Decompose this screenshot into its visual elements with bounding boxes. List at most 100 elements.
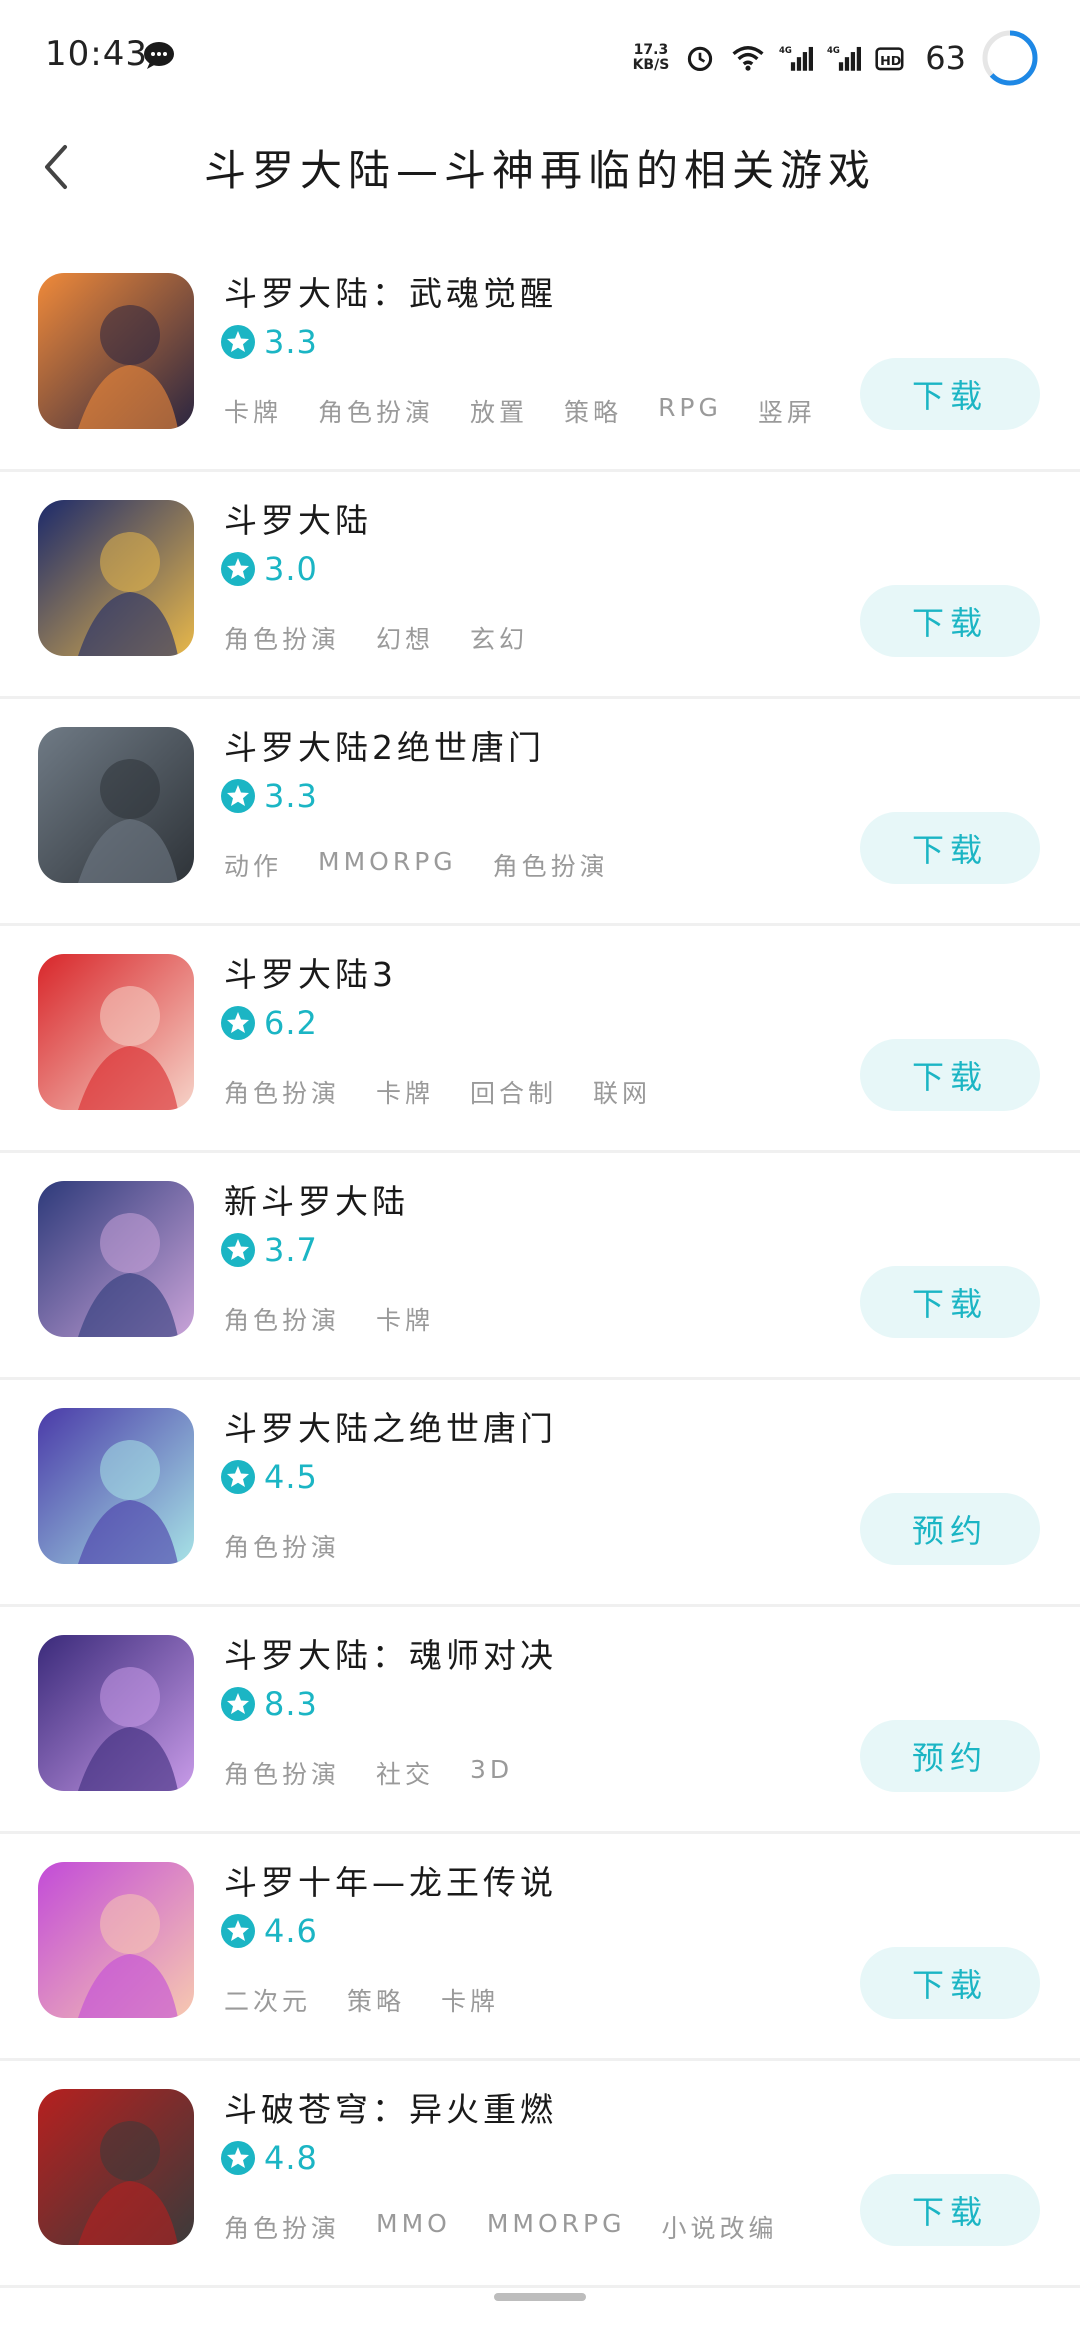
game-artwork-image: [38, 1635, 194, 1791]
game-tag: 角色扮演: [224, 1306, 341, 1335]
game-list-item[interactable]: 斗罗大陆：武魂觉醒 3.3 卡牌 角色扮演 放置 策略 RPG 竖屏 下载: [0, 245, 1080, 472]
download-button[interactable]: 下载: [860, 1039, 1040, 1111]
battery-level: 63: [925, 39, 966, 77]
game-icon[interactable]: [38, 1408, 194, 1564]
game-tag: MMO: [376, 2209, 451, 2238]
game-tag: RPG: [658, 393, 722, 422]
game-name: 斗罗大陆：魂师对决: [224, 1636, 557, 1675]
game-list-item[interactable]: 新斗罗大陆 3.7 角色扮演 卡牌 下载: [0, 1153, 1080, 1380]
game-list-item[interactable]: 斗罗大陆3 6.2 角色扮演 卡牌 回合制 联网 下载: [0, 926, 1080, 1153]
game-tags: 二次元 策略 卡牌: [224, 1982, 499, 2018]
hd-icon: HD: [875, 47, 904, 71]
game-tag: 角色扮演: [492, 852, 609, 881]
game-tag: 竖屏: [757, 398, 816, 427]
game-artwork-image: [38, 500, 194, 656]
reserve-button[interactable]: 预约: [860, 1493, 1040, 1565]
svg-text:4G: 4G: [779, 46, 792, 56]
game-rating: 3.3: [220, 323, 318, 361]
star-icon: [221, 1233, 255, 1267]
star-icon: [221, 1687, 255, 1721]
game-icon[interactable]: [38, 1635, 194, 1791]
rating-value: 8.3: [264, 1685, 318, 1723]
chat-bubble-icon: [144, 42, 174, 69]
svg-text:4G: 4G: [827, 46, 840, 56]
game-icon[interactable]: [38, 500, 194, 656]
download-button[interactable]: 下载: [860, 812, 1040, 884]
game-list-item[interactable]: 斗罗大陆 3.0 角色扮演 幻想 玄幻 下载: [0, 472, 1080, 699]
game-rating: 6.2: [220, 1004, 318, 1042]
game-tags: 角色扮演 卡牌 回合制 联网: [224, 1074, 651, 1110]
game-list-item[interactable]: 斗罗大陆之绝世唐门 4.5 角色扮演 预约: [0, 1380, 1080, 1607]
network-speed-unit: KB/S: [632, 57, 670, 73]
game-icon[interactable]: [38, 954, 194, 1110]
game-tag: 卡牌: [376, 1306, 435, 1335]
game-name: 新斗罗大陆: [224, 1182, 409, 1221]
page-title: 斗罗大陆—斗神再临的相关游戏: [203, 146, 876, 195]
game-list-item[interactable]: 斗罗大陆：魂师对决 8.3 角色扮演 社交 3D 预约: [0, 1607, 1080, 1834]
rating-value: 3.3: [264, 323, 318, 361]
rating-value: 3.7: [264, 1231, 318, 1269]
game-icon[interactable]: [38, 273, 194, 429]
download-button[interactable]: 下载: [860, 1266, 1040, 1338]
game-icon[interactable]: [38, 727, 194, 883]
game-tag: 卡牌: [224, 398, 283, 427]
game-list-item[interactable]: 斗破苍穹：异火重燃 4.8 角色扮演 MMO MMORPG 小说改编 下载: [0, 2061, 1080, 2288]
wifi-icon: [732, 46, 764, 71]
rating-value: 4.8: [264, 2139, 318, 2177]
game-artwork-image: [38, 1181, 194, 1337]
game-tags: 角色扮演: [224, 1528, 340, 1564]
game-icon[interactable]: [38, 2089, 194, 2245]
network-speed-value: 17.3: [633, 42, 669, 58]
svg-text:HD: HD: [880, 54, 901, 69]
game-tag: 角色扮演: [224, 2214, 341, 2243]
game-tag: MMORPG: [486, 2209, 626, 2238]
game-name: 斗破苍穹：异火重燃: [224, 2090, 557, 2129]
game-tag: 角色扮演: [224, 1533, 341, 1562]
game-rating: 4.6: [220, 1912, 318, 1950]
download-button[interactable]: 下载: [860, 585, 1040, 657]
signal-4g-icon: 4G: [827, 46, 862, 71]
battery-ring-icon: [982, 30, 1038, 86]
game-artwork-image: [38, 1408, 194, 1564]
game-tag: 策略: [564, 398, 623, 427]
header-bar: 斗罗大陆—斗神再临的相关游戏: [0, 115, 1080, 220]
game-icon[interactable]: [38, 1181, 194, 1337]
reserve-button[interactable]: 预约: [860, 1720, 1040, 1792]
game-name: 斗罗大陆之绝世唐门: [224, 1409, 557, 1448]
game-tag: 卡牌: [441, 1987, 500, 2016]
game-tag: 卡牌: [376, 1079, 435, 1108]
rating-value: 6.2: [264, 1004, 318, 1042]
game-tag: 小说改编: [661, 2214, 778, 2243]
game-rating: 4.8: [220, 2139, 318, 2177]
game-artwork-image: [38, 273, 194, 429]
game-list-item[interactable]: 斗罗大陆2绝世唐门 3.3 动作 MMORPG 角色扮演 下载: [0, 699, 1080, 926]
game-artwork-image: [38, 2089, 194, 2245]
download-button[interactable]: 下载: [860, 1947, 1040, 2019]
game-tag: MMORPG: [318, 847, 457, 876]
game-tag: 动作: [224, 852, 283, 881]
game-tags: 角色扮演 社交 3D: [224, 1755, 513, 1791]
game-tag: 角色扮演: [318, 398, 435, 427]
game-icon[interactable]: [38, 1862, 194, 2018]
download-button[interactable]: 下载: [860, 2174, 1040, 2246]
game-tag: 角色扮演: [224, 1760, 341, 1789]
status-right-group: 17.3 KB/S 4G 4G HD 63: [633, 22, 1040, 94]
game-tag: 幻想: [376, 625, 435, 654]
game-tags: 角色扮演 卡牌: [224, 1301, 434, 1337]
download-button[interactable]: 下载: [860, 358, 1040, 430]
game-tag: 放置: [470, 398, 529, 427]
game-rating: 4.5: [220, 1458, 318, 1496]
home-indicator[interactable]: [494, 2293, 586, 2301]
game-tag: 玄幻: [470, 625, 529, 654]
game-list-item[interactable]: 斗罗十年—龙王传说 4.6 二次元 策略 卡牌 下载: [0, 1834, 1080, 2061]
rating-value: 3.0: [264, 550, 318, 588]
game-name: 斗罗大陆3: [224, 955, 397, 994]
game-tags: 卡牌 角色扮演 放置 策略 RPG 竖屏: [224, 393, 816, 429]
game-rating: 3.3: [220, 777, 318, 815]
status-bar: 10:43 17.3 KB/S 4G 4G HD 63: [0, 0, 1080, 115]
game-rating: 3.0: [220, 550, 318, 588]
game-tag: 回合制: [470, 1079, 558, 1108]
game-tag: 策略: [347, 1987, 406, 2016]
game-artwork-image: [38, 727, 194, 883]
signal-4g-icon: 4G: [779, 46, 814, 71]
